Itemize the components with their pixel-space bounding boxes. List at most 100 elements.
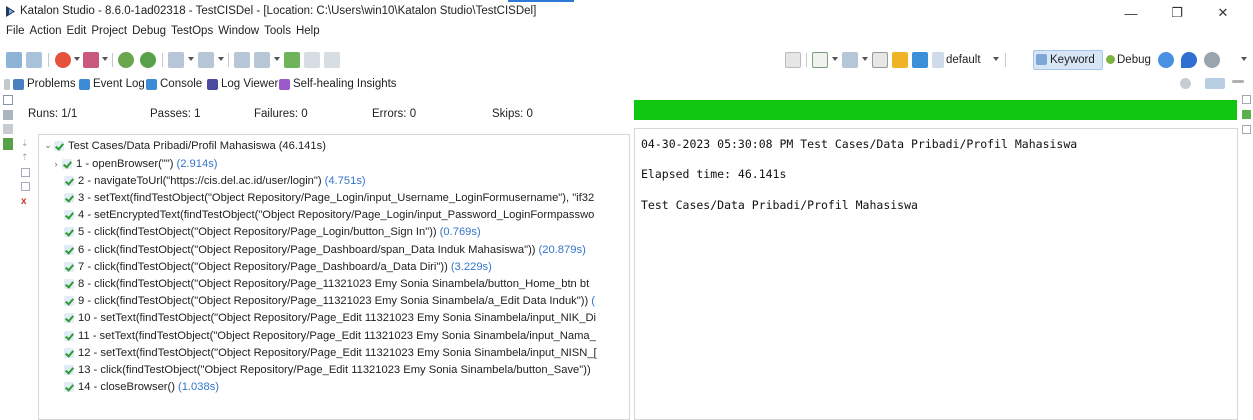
chevron-down-icon[interactable] bbox=[218, 57, 224, 61]
step-label: 5 - click(findTestObject("Object Reposit… bbox=[78, 226, 437, 239]
chevron-right-icon[interactable]: › bbox=[51, 159, 61, 169]
record-mobile-icon[interactable] bbox=[198, 52, 214, 68]
add-icon[interactable] bbox=[284, 52, 300, 68]
debug-perspective-button[interactable]: Debug bbox=[1117, 54, 1151, 66]
stop-icon[interactable] bbox=[872, 52, 888, 68]
menu-help[interactable]: Help bbox=[296, 25, 320, 43]
passed-icon bbox=[63, 209, 75, 221]
log-viewer-icon bbox=[207, 78, 218, 90]
view-settings-icon[interactable] bbox=[1180, 78, 1191, 89]
tree-step-row[interactable]: 11 - setText(findTestObject("Object Repo… bbox=[63, 327, 596, 344]
restore-icon[interactable] bbox=[1242, 95, 1251, 104]
tree-step-row[interactable]: › 1 - openBrowser("") (2.914s) bbox=[55, 155, 218, 172]
tree-step-row[interactable]: 12 - setText(findTestObject("Object Repo… bbox=[63, 344, 597, 361]
keywords-icon[interactable] bbox=[3, 124, 13, 134]
progress-fill bbox=[634, 100, 1237, 120]
forward-icon[interactable] bbox=[324, 52, 340, 68]
save-icon[interactable] bbox=[6, 52, 22, 68]
tree-step-row[interactable]: 4 - setEncryptedText(findTestObject("Obj… bbox=[63, 207, 594, 224]
job-progress-icon[interactable] bbox=[3, 138, 13, 150]
passed-icon bbox=[63, 347, 75, 359]
save-all-icon[interactable] bbox=[26, 52, 42, 68]
menu-tools[interactable]: Tools bbox=[264, 25, 291, 43]
passed-icon bbox=[63, 295, 75, 307]
account-icon[interactable] bbox=[1204, 52, 1220, 68]
properties-icon[interactable] bbox=[1242, 125, 1251, 134]
menu-testops[interactable]: TestOps bbox=[171, 25, 213, 43]
maximize-button[interactable]: ❐ bbox=[1154, 2, 1200, 24]
step-label: 2 - navigateToUrl("https://cis.del.ac.id… bbox=[78, 174, 322, 187]
step-label: 14 - closeBrowser() bbox=[78, 381, 175, 394]
report-icon[interactable] bbox=[892, 52, 908, 68]
passed-icon bbox=[63, 278, 75, 290]
tab-log-viewer[interactable]: Log Viewer bbox=[207, 78, 278, 90]
terminal-icon[interactable] bbox=[785, 52, 801, 68]
passed-icon bbox=[63, 175, 75, 187]
tree-step-row[interactable]: 10 - setText(findTestObject("Object Repo… bbox=[63, 310, 596, 327]
back-icon[interactable] bbox=[304, 52, 320, 68]
menu-project[interactable]: Project bbox=[91, 25, 127, 43]
minimize-button[interactable]: — bbox=[1108, 2, 1154, 24]
prev-failure-icon[interactable]: ⇡ bbox=[21, 152, 30, 162]
chevron-down-icon[interactable] bbox=[1241, 57, 1247, 61]
tree-step-row[interactable]: 3 - setText(findTestObject("Object Repos… bbox=[63, 189, 594, 206]
tree-step-row[interactable]: 9 - click(findTestObject("Object Reposit… bbox=[63, 293, 595, 310]
spy-web-icon[interactable] bbox=[118, 52, 134, 68]
menu-debug[interactable]: Debug bbox=[132, 25, 166, 43]
tree-step-row[interactable]: 6 - click(findTestObject("Object Reposit… bbox=[63, 241, 586, 258]
git-icon[interactable] bbox=[83, 52, 99, 68]
close-button[interactable]: ✕ bbox=[1200, 2, 1246, 24]
chevron-down-icon[interactable]: ⌄ bbox=[43, 140, 53, 151]
chevron-down-icon[interactable] bbox=[102, 57, 108, 61]
tree-root[interactable]: ⌄ Test Cases/Data Pribadi/Profil Mahasis… bbox=[43, 137, 326, 154]
chevron-down-icon[interactable] bbox=[832, 57, 838, 61]
test-output-panel: 04-30-2023 05:30:08 PM Test Cases/Data P… bbox=[634, 128, 1238, 420]
record-web-icon[interactable] bbox=[140, 52, 156, 68]
help-icon[interactable] bbox=[1158, 52, 1174, 68]
tree-step-row[interactable]: 8 - click(findTestObject("Object Reposit… bbox=[63, 275, 589, 292]
new-icon[interactable] bbox=[55, 52, 71, 68]
chevron-down-icon[interactable] bbox=[74, 57, 80, 61]
tab-problems[interactable]: Problems bbox=[4, 78, 76, 90]
chevron-down-icon[interactable] bbox=[993, 57, 999, 61]
tree-step-row[interactable]: 13 - click(findTestObject("Object Reposi… bbox=[63, 361, 591, 378]
view-toolbar-icon[interactable] bbox=[1205, 78, 1225, 89]
tests-explorer-icon[interactable] bbox=[3, 110, 13, 120]
menu-action[interactable]: Action bbox=[30, 25, 62, 43]
minimize-view-icon[interactable] bbox=[1232, 80, 1244, 83]
run-icon[interactable] bbox=[812, 52, 828, 68]
record-windows-icon[interactable] bbox=[254, 52, 270, 68]
katalon-logo-icon bbox=[6, 6, 15, 17]
profile-selector[interactable]: default bbox=[946, 54, 981, 66]
spy-windows-icon[interactable] bbox=[234, 52, 250, 68]
restore-icon[interactable] bbox=[3, 95, 13, 105]
output-elapsed-line: Elapsed time: 46.141s bbox=[641, 167, 787, 181]
tab-console[interactable]: Console bbox=[146, 78, 202, 90]
tab-event-log[interactable]: Event Log bbox=[79, 78, 145, 90]
analytics-icon[interactable] bbox=[912, 52, 928, 68]
menu-window[interactable]: Window bbox=[218, 25, 259, 43]
menu-edit[interactable]: Edit bbox=[67, 25, 87, 43]
menu-file[interactable]: File bbox=[6, 25, 25, 43]
left-sidebar bbox=[0, 92, 17, 420]
show-failures-only-icon[interactable]: x bbox=[21, 196, 31, 207]
passed-icon bbox=[63, 330, 75, 342]
next-failure-icon[interactable]: ⇣ bbox=[21, 138, 30, 148]
chevron-down-icon[interactable] bbox=[862, 57, 868, 61]
chevron-down-icon[interactable] bbox=[188, 57, 194, 61]
debug-run-icon[interactable] bbox=[842, 52, 858, 68]
tree-step-row[interactable]: 5 - click(findTestObject("Object Reposit… bbox=[63, 224, 481, 241]
step-label: 12 - setText(findTestObject("Object Repo… bbox=[78, 346, 597, 359]
outline-icon[interactable] bbox=[1242, 110, 1251, 119]
tree-step-row[interactable]: 2 - navigateToUrl("https://cis.del.ac.id… bbox=[63, 172, 366, 189]
run-statistics: Runs: 1/1 Passes: 1 Failures: 0 Errors: … bbox=[18, 100, 630, 126]
tree-step-row[interactable]: 7 - click(findTestObject("Object Reposit… bbox=[63, 258, 492, 275]
notification-icon[interactable] bbox=[1181, 52, 1197, 68]
expand-all-icon[interactable] bbox=[21, 168, 30, 177]
chevron-down-icon[interactable] bbox=[274, 57, 280, 61]
tab-self-healing-insights[interactable]: Self-healing Insights bbox=[279, 78, 397, 90]
spy-mobile-icon[interactable] bbox=[168, 52, 184, 68]
collapse-all-icon[interactable] bbox=[21, 182, 30, 191]
tree-step-row[interactable]: 14 - closeBrowser() (1.038s) bbox=[63, 379, 219, 396]
passed-icon bbox=[63, 244, 75, 256]
